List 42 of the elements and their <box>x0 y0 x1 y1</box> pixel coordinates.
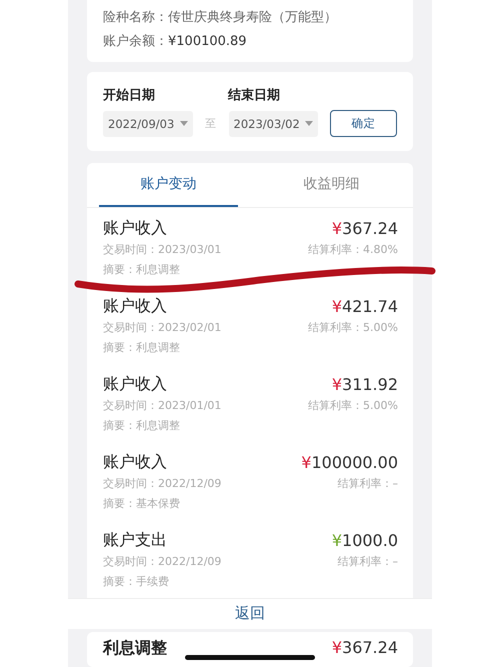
settlement-rate: 结算利率：5.00% <box>308 320 398 334</box>
balance-value: ¥100100.89 <box>168 33 247 51</box>
transaction-time: 交易时间：2023/02/01 <box>103 320 222 334</box>
transaction-title: 账户收入 <box>103 374 167 394</box>
caret-icon <box>180 121 188 126</box>
transaction-summary: 摘要：利息调整 <box>103 418 180 432</box>
transaction-time: 交易时间：2023/03/01 <box>103 242 222 256</box>
transaction-summary: 摘要：利息调整 <box>103 262 180 276</box>
transaction-title: 利息调整 <box>103 638 167 658</box>
transaction-summary: 摘要：手续费 <box>103 574 169 588</box>
settlement-rate: 结算利率：5.00% <box>308 398 398 412</box>
settlement-rate: 结算利率：4.80% <box>308 242 398 256</box>
amount: ¥1000.0 <box>332 530 398 550</box>
amount: ¥421.74 <box>332 296 398 316</box>
settlement-rate: 结算利率：– <box>338 476 398 490</box>
tab[interactable]: 收益明细 <box>262 163 401 207</box>
field-label: 账户余额： <box>103 33 168 51</box>
end-date-label: 结束日期 <box>228 87 280 104</box>
confirm-button[interactable]: 确定 <box>330 110 397 137</box>
transaction-summary: 摘要：利息调整 <box>103 340 180 354</box>
amount: ¥100000.00 <box>301 452 398 472</box>
transaction-title: 账户收入 <box>103 296 167 316</box>
transaction-time: 交易时间：2022/12/09 <box>103 476 222 490</box>
range-separator: 至 <box>204 116 218 131</box>
back-button[interactable]: 返回 <box>227 600 273 628</box>
start-date-dropdown[interactable]: 2022/09/03 <box>103 110 193 136</box>
amount: ¥367.24 <box>332 638 398 656</box>
transaction-time: 交易时间：2022/12/09 <box>103 554 222 568</box>
field-label: 险种名称： <box>103 9 168 27</box>
tab[interactable]: 账户变动 <box>99 163 238 207</box>
transaction-summary: 摘要：基本保费 <box>103 496 180 510</box>
amount: ¥311.92 <box>332 374 398 394</box>
transaction-title: 账户收入 <box>103 218 167 238</box>
settlement-rate: 结算利率：– <box>338 554 398 568</box>
end-date-dropdown[interactable]: 2023/03/02 <box>228 110 318 136</box>
policy-name: 传世庆典终身寿险（万能型） <box>168 9 337 27</box>
amount: ¥367.24 <box>332 218 398 238</box>
transaction-title: 账户收入 <box>103 452 167 472</box>
transaction-time: 交易时间：2023/01/01 <box>103 398 222 412</box>
start-date-label: 开始日期 <box>103 87 156 104</box>
caret-icon <box>305 121 314 126</box>
transaction-title: 账户支出 <box>103 530 167 550</box>
